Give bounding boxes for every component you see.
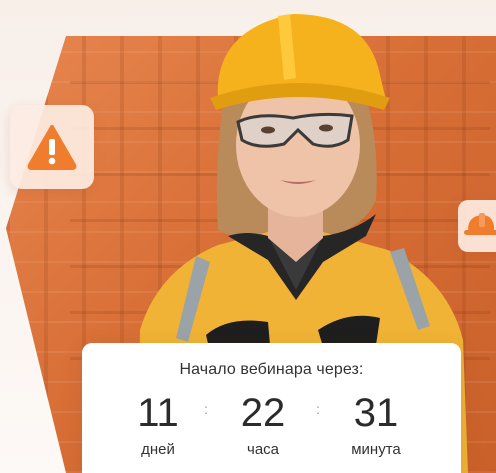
hours-value: 22 bbox=[240, 391, 286, 435]
countdown-separator: : bbox=[204, 401, 208, 417]
days-value: 11 bbox=[137, 391, 179, 435]
minutes-label: минута bbox=[351, 441, 401, 458]
countdown-heading: Начало вебинара через: bbox=[179, 361, 364, 378]
hours-label: часа bbox=[247, 441, 279, 458]
countdown-minutes: 31 минута bbox=[326, 391, 426, 458]
countdown-separator: : bbox=[316, 401, 320, 417]
warning-badge bbox=[10, 105, 94, 189]
days-label: дней bbox=[141, 441, 175, 458]
warning-icon bbox=[27, 125, 77, 170]
webinar-banner: Начало вебинара через: 11 дней : 22 часа… bbox=[0, 0, 496, 473]
minutes-value: 31 bbox=[353, 391, 399, 435]
webinar-countdown-card: Начало вебинара через: 11 дней : 22 часа… bbox=[82, 343, 461, 473]
countdown-days: 11 дней bbox=[108, 391, 208, 458]
countdown-hours: 22 часа bbox=[213, 391, 313, 458]
